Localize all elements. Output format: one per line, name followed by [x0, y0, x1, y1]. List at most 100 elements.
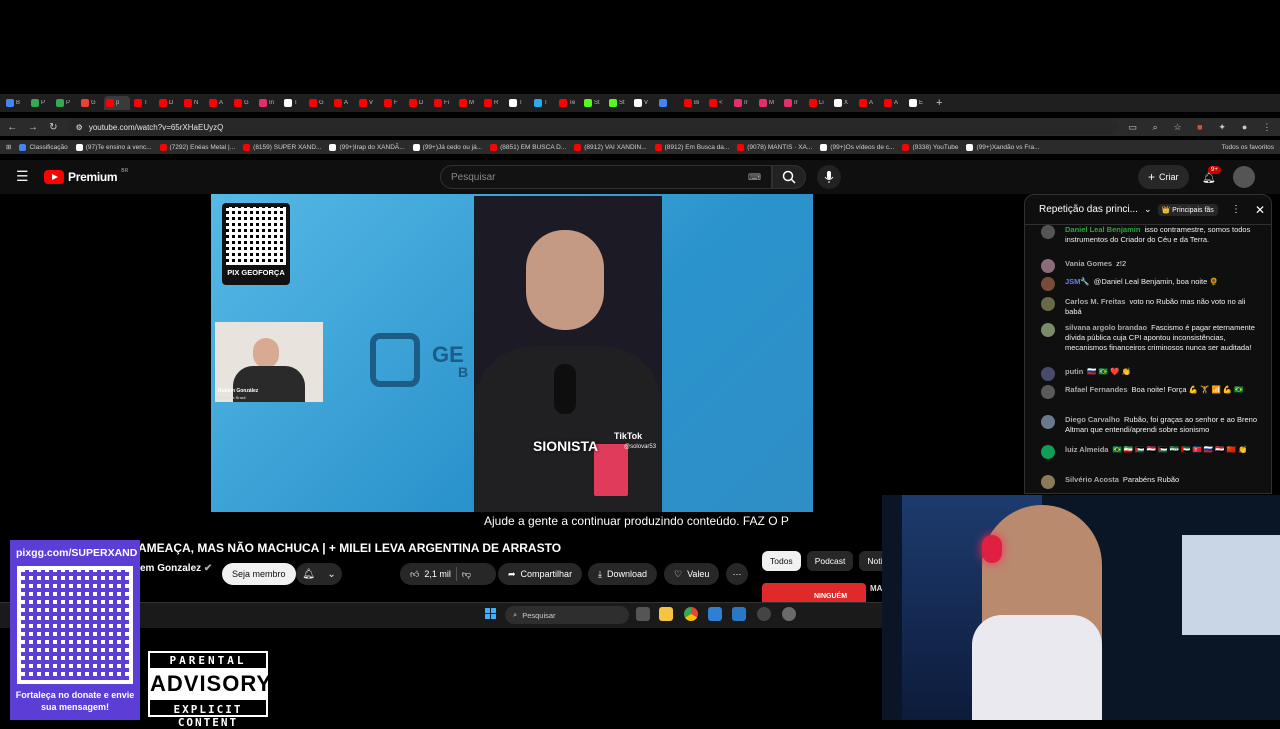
chat-avatar[interactable]	[1041, 225, 1055, 239]
browser-tab[interactable]: T	[282, 96, 305, 110]
chat-avatar[interactable]	[1041, 415, 1055, 429]
app-icon-2[interactable]	[757, 607, 771, 621]
extensions-icon[interactable]: ✦	[1215, 122, 1229, 133]
apps-icon[interactable]: ⊞	[6, 143, 11, 151]
bookmark-item[interactable]: (9078) MANTIS · XA...	[737, 143, 812, 151]
cast-icon[interactable]: ▭	[1126, 122, 1140, 133]
bookmark-item[interactable]: (99+)Já cedo ou já...	[412, 143, 482, 151]
thanks-button[interactable]: ♡ Valeu	[664, 563, 720, 585]
more-actions-button[interactable]: ⋯	[726, 563, 748, 585]
browser-tab[interactable]: B	[4, 96, 27, 110]
browser-tab[interactable]: G	[307, 96, 330, 110]
bookmark-item[interactable]: (8912) VAI XANDIN...	[574, 143, 647, 151]
browser-tab[interactable]: In	[257, 96, 280, 110]
taskbar-search[interactable]: ⌕ Pesquisar	[505, 606, 629, 624]
youtube-logo[interactable]: Premium BR	[44, 168, 128, 184]
browser-tab[interactable]: V	[632, 96, 655, 110]
bookmark-item[interactable]: (97)Te ensino a venc...	[75, 143, 152, 151]
chat-avatar[interactable]	[1041, 367, 1055, 381]
back-icon[interactable]: ←	[6, 122, 19, 133]
browser-tab[interactable]: Fi	[432, 96, 455, 110]
browser-tab[interactable]: Te	[557, 96, 580, 110]
menu-icon[interactable]: ⋮	[1260, 122, 1274, 133]
chat-author[interactable]: luiz Almeida	[1065, 445, 1108, 454]
task-view-icon[interactable]	[636, 607, 650, 621]
chat-avatar[interactable]	[1041, 445, 1055, 459]
bookmark-star-icon[interactable]: ☆	[1170, 122, 1184, 133]
steam-icon[interactable]	[732, 607, 746, 621]
browser-tab[interactable]: D	[157, 96, 180, 110]
hamburger-menu-icon[interactable]: ☰	[16, 168, 29, 185]
like-icon[interactable]: 👍︎	[410, 569, 419, 580]
bookmark-item[interactable]: (8912) Em Busca da...	[654, 143, 729, 151]
browser-tab[interactable]: A	[857, 96, 880, 110]
browser-tab[interactable]: <	[707, 96, 730, 110]
browser-tab[interactable]: G	[79, 96, 102, 110]
create-button[interactable]: + Criar	[1138, 165, 1189, 189]
subscription-bell-button[interactable]: 🔔︎ ⌄	[296, 563, 342, 585]
browser-tab[interactable]: Ir	[782, 96, 805, 110]
download-button[interactable]: ⤓ Download	[588, 563, 658, 585]
browser-tab[interactable]: X	[832, 96, 855, 110]
chat-title[interactable]: Repetição das princi...	[1039, 204, 1138, 215]
chat-avatar[interactable]	[1041, 323, 1055, 337]
browser-tab[interactable]: A	[882, 96, 905, 110]
windows-start-icon[interactable]	[485, 608, 497, 620]
chat-avatar[interactable]	[1041, 277, 1055, 291]
share-button[interactable]: ➦ Compartilhar	[498, 563, 583, 585]
browser-tab[interactable]: T	[507, 96, 530, 110]
bookmark-item[interactable]: (99+)Irap do XANDÃ...	[329, 143, 405, 151]
browser-tab[interactable]: p	[104, 96, 130, 110]
chip-podcast[interactable]: Podcast	[806, 551, 854, 571]
browser-tab[interactable]: T	[132, 96, 155, 110]
browser-tab[interactable]: F	[382, 96, 405, 110]
settings-icon[interactable]	[782, 607, 796, 621]
zoom-icon[interactable]: ⌕	[1148, 122, 1162, 133]
bookmark-item[interactable]: (8851) EM BUSCA D...	[490, 143, 566, 151]
bookmark-item[interactable]: (7292) Enéas Metal |...	[159, 143, 235, 151]
browser-tab[interactable]: A	[332, 96, 355, 110]
bookmark-item[interactable]: (8159) SUPER XAND...	[243, 143, 321, 151]
browser-tab[interactable]: E	[907, 96, 930, 110]
browser-tab[interactable]: A	[207, 96, 230, 110]
more-icon[interactable]: ⋮	[1231, 204, 1241, 215]
chevron-down-icon[interactable]: ⌄	[1144, 204, 1152, 215]
related-video-thumbnail[interactable]: NINGUÉM	[762, 583, 866, 603]
reload-icon[interactable]: ↻	[47, 122, 60, 133]
bookmark-item[interactable]: (99+)Xandão vs Fra...	[966, 143, 1040, 151]
join-button[interactable]: Seja membro	[222, 563, 296, 585]
all-bookmarks-folder[interactable]: Todos os favoritos	[1222, 144, 1274, 151]
extension-icon[interactable]: ■	[1193, 122, 1207, 132]
browser-tab[interactable]: G	[232, 96, 255, 110]
chat-author[interactable]: JSM🔧	[1065, 277, 1090, 286]
browser-tab[interactable]: Bi	[682, 96, 705, 110]
browser-tab[interactable]	[657, 96, 680, 110]
new-tab-icon[interactable]: +	[936, 97, 942, 109]
close-icon[interactable]: ✕	[1255, 203, 1265, 217]
chat-author[interactable]: putin	[1065, 367, 1083, 376]
browser-tab[interactable]: M	[757, 96, 780, 110]
chat-avatar[interactable]	[1041, 385, 1055, 399]
browser-tab[interactable]: St	[607, 96, 630, 110]
browser-tab[interactable]: N	[182, 96, 205, 110]
chat-author[interactable]: silvana argolo brandao	[1065, 323, 1147, 332]
chrome-icon[interactable]	[684, 607, 698, 621]
bookmark-item[interactable]: Classificação	[19, 143, 68, 151]
like-count[interactable]: 2,1 mil	[424, 569, 451, 579]
browser-tab[interactable]: M	[457, 96, 480, 110]
chat-avatar[interactable]	[1041, 259, 1055, 273]
channel-name[interactable]: em Gonzalez ✔	[140, 563, 212, 574]
top-fans-filter[interactable]: 👑 Principais fãs	[1157, 203, 1218, 216]
keyboard-icon[interactable]: ⌨	[748, 172, 761, 183]
browser-tab[interactable]: T	[532, 96, 555, 110]
browser-tab[interactable]: R	[482, 96, 505, 110]
dislike-icon[interactable]: 👎︎	[462, 569, 471, 580]
app-icon[interactable]	[708, 607, 722, 621]
browser-tab[interactable]: Ir	[732, 96, 755, 110]
chat-author[interactable]: Vania Gomes	[1065, 259, 1112, 268]
browser-tab[interactable]: P	[54, 96, 77, 110]
chip-all[interactable]: Todos	[762, 551, 801, 571]
browser-tab[interactable]: P	[29, 96, 52, 110]
browser-tab[interactable]: V	[357, 96, 380, 110]
chat-author[interactable]: Silvério Acosta	[1065, 475, 1119, 484]
